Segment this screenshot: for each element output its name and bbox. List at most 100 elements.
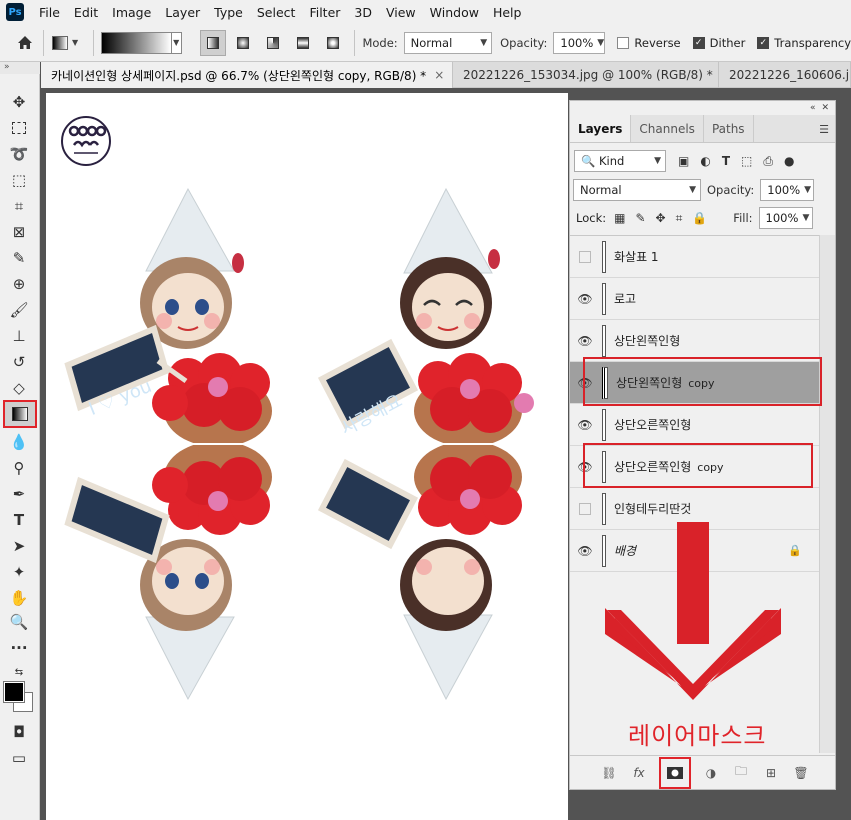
menu-layer[interactable]: Layer [158,5,207,20]
layer-row[interactable]: 👁 로고 [570,278,820,320]
brush-tool-icon[interactable]: 🖌 [4,298,34,322]
link-layers-icon[interactable]: ⛓ [599,763,619,783]
shape-tool-icon[interactable]: ✦ [4,560,34,584]
transparency-checkbox[interactable]: ✓ [757,36,770,49]
frame-tool-icon[interactable]: ⊠ [4,220,34,244]
menu-type[interactable]: Type [207,5,250,20]
tab-document-1[interactable]: 카네이션인형 상세페이지.psd @ 66.7% (상단왼쪽인형 copy, R… [41,62,453,88]
menu-select[interactable]: Select [250,5,303,20]
new-group-folder-icon[interactable]: 🗀 [731,763,751,783]
tab-layers[interactable]: Layers [570,115,632,142]
opacity-field[interactable]: 100% ▼ [553,31,606,54]
healing-brush-tool-icon[interactable]: ⊕ [4,272,34,296]
quick-mask-icon[interactable]: ◘ [4,720,34,744]
menu-help[interactable]: Help [486,5,529,20]
layer-row[interactable]: 👁 상단오른쪽인형 [570,404,820,446]
panel-menu-icon[interactable]: ☰ [819,123,829,136]
marquee-tool-icon[interactable] [4,116,34,140]
reverse-option[interactable]: Reverse [617,36,681,50]
tool-preset-picker[interactable]: ▼ [51,30,85,56]
linear-gradient-button[interactable] [199,29,226,56]
screen-mode-icon[interactable]: ▭ [4,746,34,770]
doll-image-bottom-right-copy [318,445,522,701]
chevron-down-icon[interactable]: ▼ [171,31,182,54]
adjustment-layer-icon[interactable]: ◑ [701,763,721,783]
close-panel-icon[interactable]: ✕ [821,103,829,113]
radial-gradient-button[interactable] [230,30,256,56]
eye-icon[interactable]: 👁 [570,292,600,306]
path-selection-tool-icon[interactable]: ➤ [4,534,34,558]
type-filter-icon[interactable]: T [722,154,730,169]
lock-artboard-icon[interactable]: ⌗ [676,211,683,226]
close-icon[interactable]: × [434,68,444,82]
eye-icon[interactable]: 👁 [570,544,600,558]
object-select-tool-icon[interactable]: ⬚ [4,168,34,192]
menu-edit[interactable]: Edit [67,5,105,20]
collapse-panel-icon[interactable]: « [810,103,816,113]
eraser-tool-icon[interactable]: ◇ [4,376,34,400]
lock-image-pixels-icon[interactable]: ✎ [635,211,645,226]
eyedropper-tool-icon[interactable]: ✎ [4,246,34,270]
angle-gradient-button[interactable] [260,30,286,56]
dodge-tool-icon[interactable]: ⚲ [4,456,34,480]
kind-filter-select[interactable]: 🔍 Kind ▼ [574,150,666,172]
mode-select[interactable]: Normal ▼ [403,31,493,54]
menu-3d[interactable]: 3D [347,5,379,20]
clone-stamp-tool-icon[interactable]: ⊥ [4,324,34,348]
lasso-tool-icon[interactable]: ➰ [4,142,34,166]
smart-object-filter-icon[interactable]: ⎙ [763,154,773,169]
menu-window[interactable]: Window [423,5,486,20]
shape-filter-icon[interactable]: ⬚ [741,154,752,169]
menu-image[interactable]: Image [105,5,158,20]
filter-toggle-icon[interactable]: ● [784,154,794,169]
swap-colors-icon[interactable]: ⇆ [4,660,34,684]
history-brush-tool-icon[interactable]: ↺ [4,350,34,374]
dither-checkbox[interactable]: ✓ [692,36,705,49]
add-layer-mask-button[interactable] [659,756,691,789]
adjustment-filter-icon[interactable]: ◐ [700,154,710,169]
layer-style-fx-icon[interactable]: fx [629,763,649,783]
foreground-color-swatch[interactable] [3,681,25,703]
tab-document-2[interactable]: 20221226_153034.jpg @ 100% (RGB/8) * × [453,62,719,88]
tab-document-3[interactable]: 20221226_160606.jpg [719,62,851,88]
reflected-gradient-button[interactable] [290,30,316,56]
visibility-toggle[interactable] [570,250,600,263]
tab-channels[interactable]: Channels [631,115,704,142]
new-layer-icon[interactable]: ⊞ [761,763,781,783]
lock-position-icon[interactable]: ✥ [656,211,666,226]
layer-row[interactable]: 👁 상단왼쪽인형 [570,320,820,362]
type-tool-icon[interactable]: T [4,508,34,532]
fill-field[interactable]: 100% ▼ [758,207,813,229]
gradient-tool-icon[interactable] [3,400,37,428]
lock-transparent-pixels-icon[interactable]: ▦ [614,211,625,226]
blur-tool-icon[interactable]: 💧 [4,430,34,454]
eye-icon[interactable]: 👁 [570,418,600,432]
crop-tool-icon[interactable]: ⌗ [4,194,34,218]
menu-view[interactable]: View [379,5,423,20]
diamond-gradient-button[interactable] [320,30,346,56]
transparency-option[interactable]: ✓ Transparency [757,36,851,50]
pixel-filter-icon[interactable]: ▣ [678,154,689,169]
visibility-toggle[interactable] [570,502,600,515]
blend-mode-select[interactable]: Normal ▼ [573,179,701,201]
pen-tool-icon[interactable]: ✒ [4,482,34,506]
toolbar-collapse[interactable]: » [0,62,40,74]
eye-icon[interactable]: 👁 [570,334,600,348]
trash-icon[interactable]: 🗑 [791,763,811,783]
layer-row[interactable]: 화살표 1 [570,236,820,278]
move-tool-icon[interactable]: ✥ [4,90,34,114]
menu-filter[interactable]: Filter [302,5,347,20]
hand-tool-icon[interactable]: ✋ [4,586,34,610]
menu-file[interactable]: File [32,5,67,20]
zoom-tool-icon[interactable]: 🔍 [4,610,34,634]
dither-option[interactable]: ✓ Dither [692,36,745,50]
lock-all-icon[interactable]: 🔒 [692,211,707,226]
reverse-checkbox[interactable] [617,36,630,49]
tab-paths[interactable]: Paths [704,115,754,142]
gradient-editor[interactable] [101,31,172,54]
document-canvas[interactable]: I ♡ you 사랑해요 [46,93,568,820]
layers-scrollbar[interactable] [819,235,835,753]
home-icon[interactable] [14,30,35,56]
more-tools-icon[interactable]: ··· [4,636,34,660]
layer-opacity-field[interactable]: 100% ▼ [760,179,815,201]
